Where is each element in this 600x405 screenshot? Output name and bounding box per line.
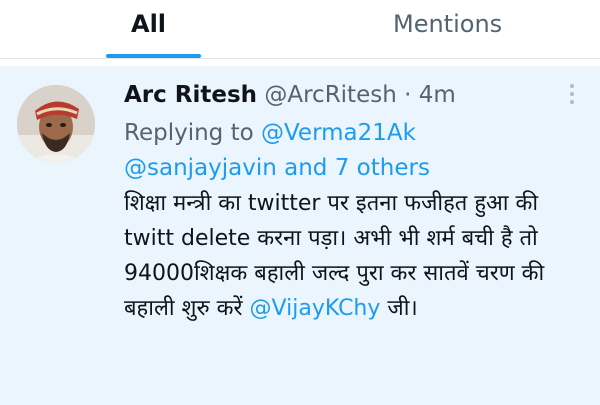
user-handle[interactable]: @ArcRitesh [264,82,396,108]
replying-prefix: Replying to [124,120,261,146]
mention-notification[interactable]: Arc Ritesh @ArcRitesh · 4m Replying to @… [0,66,600,405]
dot-separator: · [396,82,419,108]
mention-link-sanjayjavin[interactable]: @sanjayjavin [124,155,277,181]
tab-all[interactable]: All [131,8,166,40]
user-avatar[interactable] [17,85,95,163]
tweet-text: शिक्षा मन्त्री का twitter पर इतना फजीहत … [124,186,579,326]
tabs-divider [0,58,600,59]
display-name[interactable]: Arc Ritesh [124,82,257,108]
mention-link-vijaykchy[interactable]: @VijayKChy [250,296,381,321]
tab-mentions[interactable]: Mentions [393,8,502,40]
others-link[interactable]: 7 others [335,155,430,181]
notification-tabs: All Mentions [0,0,600,59]
replying-and: and [276,155,335,181]
mention-link-verma21ak[interactable]: @Verma21Ak [261,120,416,146]
tweet-content: Arc Ritesh @ArcRitesh · 4m Replying to @… [124,80,584,326]
avatar-image [17,85,95,163]
tweet-time[interactable]: 4m [419,82,456,108]
more-vertical-icon[interactable] [565,84,579,110]
replying-to-line: Replying to @Verma21Ak @sanjayjavin and … [124,116,584,186]
tweet-body-suffix: जी। [380,296,418,321]
tweet-header: Arc Ritesh @ArcRitesh · 4m [124,80,584,110]
